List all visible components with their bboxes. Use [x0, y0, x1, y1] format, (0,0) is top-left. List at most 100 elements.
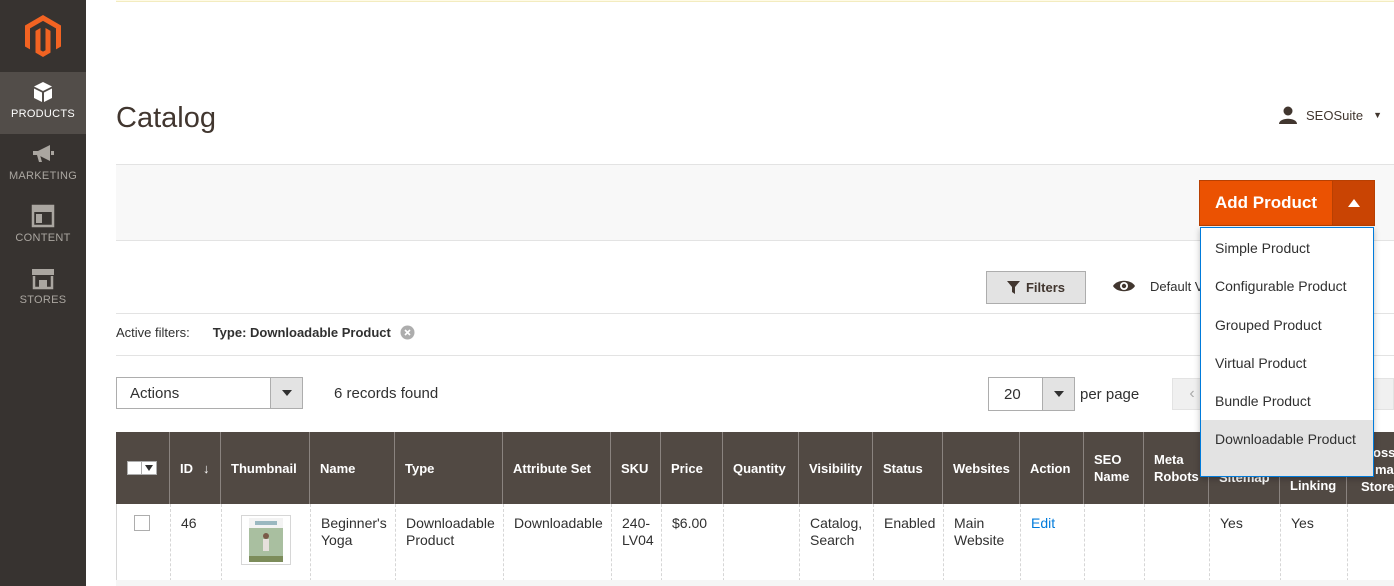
column-header-sku[interactable]: SKU	[610, 432, 660, 504]
view-switcher[interactable]: Default V	[1112, 278, 1203, 294]
column-label: Visibility	[809, 460, 863, 476]
caret-down-icon: ▼	[1373, 110, 1383, 120]
column-label: ma	[1375, 462, 1394, 477]
column-header-id[interactable]: ID ↓	[169, 432, 220, 504]
box-icon	[34, 82, 52, 102]
column-label: Thumbnail	[231, 460, 297, 476]
magento-logo[interactable]	[0, 0, 86, 72]
menu-item-grouped-product[interactable]: Grouped Product	[1201, 316, 1373, 335]
sidebar-item-label: MARKETING	[8, 170, 78, 182]
add-product-button[interactable]: Add Product	[1199, 180, 1333, 226]
remove-filter-icon[interactable]	[400, 325, 415, 340]
mass-actions-select[interactable]: Actions	[116, 377, 303, 409]
menu-item-configurable-product[interactable]: Configurable Product	[1201, 277, 1373, 296]
column-header-websites[interactable]: Websites	[942, 432, 1019, 504]
column-header-visibility[interactable]: Visibility	[798, 432, 872, 504]
actions-value: Actions	[130, 385, 180, 402]
cell-sitemap: Yes	[1209, 504, 1280, 586]
user-icon	[1279, 106, 1297, 124]
column-header-thumbnail[interactable]: Thumbnail	[220, 432, 309, 504]
sort-arrow-icon: ↓	[203, 460, 210, 476]
product-thumbnail[interactable]	[241, 515, 291, 565]
page-title: Catalog	[116, 102, 216, 134]
filters-button[interactable]: Filters	[986, 271, 1086, 304]
select-all-checkbox[interactable]	[127, 461, 157, 475]
caret-down-icon	[1042, 378, 1074, 410]
row-checkbox[interactable]	[134, 515, 150, 531]
cell-linking: Yes	[1280, 504, 1347, 586]
filters-label: Filters	[1025, 280, 1065, 295]
add-product-menu: Simple Product Configurable Product Grou…	[1200, 227, 1374, 477]
sidebar-item-marketing[interactable]: MARKETING	[0, 134, 86, 196]
cell-quantity	[723, 504, 799, 586]
column-label: SKU	[621, 460, 649, 476]
cell-visibility: Catalog, Search	[799, 504, 873, 586]
row-select-cell	[117, 504, 170, 586]
column-label: Meta Robots	[1154, 452, 1199, 484]
records-count: 6 records found	[334, 385, 439, 402]
column-label: Status	[883, 460, 923, 476]
cell-store	[1347, 504, 1394, 586]
cell-thumbnail	[221, 504, 310, 586]
user-menu[interactable]: SEOSuite ▼	[1278, 106, 1382, 124]
column-label: Name	[320, 460, 356, 476]
column-header-attribute-set[interactable]: Attribute Set	[502, 432, 610, 504]
cell-websites: Main Website	[943, 504, 1020, 586]
store-icon	[32, 269, 54, 290]
column-header-meta-robots[interactable]: Meta Robots	[1143, 432, 1208, 504]
menu-item-downloadable-product[interactable]: Downloadable Product	[1201, 420, 1373, 476]
per-page-select[interactable]: 20	[988, 377, 1075, 411]
select-all-column[interactable]	[116, 432, 169, 504]
sidebar-item-stores[interactable]: STORES	[0, 258, 86, 320]
cell-attribute-set: Downloadable	[503, 504, 611, 586]
column-label: SEO Name	[1094, 452, 1130, 484]
magento-logo-icon	[25, 15, 61, 57]
column-label: ID	[180, 460, 193, 476]
menu-item-simple-product[interactable]: Simple Product	[1201, 239, 1373, 258]
eye-icon	[1113, 280, 1135, 292]
grid-next-row-stripe	[116, 580, 1394, 586]
pager-next-button[interactable]	[1372, 378, 1394, 410]
yoga-cover-image	[249, 518, 283, 562]
column-header-status[interactable]: Status	[872, 432, 942, 504]
add-product-toggle[interactable]	[1332, 180, 1375, 226]
column-header-name[interactable]: Name	[309, 432, 394, 504]
cell-seo-name	[1084, 504, 1144, 586]
cell-sku: 240-LV04	[611, 504, 661, 586]
sidebar-item-content[interactable]: CONTENT	[0, 196, 86, 258]
cell-action: Edit	[1020, 504, 1084, 586]
caret-down-icon	[145, 465, 153, 471]
cell-status: Enabled	[873, 504, 943, 586]
column-header-quantity[interactable]: Quantity	[722, 432, 798, 504]
table-row[interactable]: 46 Beginner's Yoga Downloadable Product …	[116, 504, 1394, 586]
cell-meta-robots	[1144, 504, 1209, 586]
caret-up-icon	[1347, 199, 1360, 207]
sidebar-item-label: PRODUCTS	[10, 108, 76, 120]
column-label: Type	[405, 460, 435, 476]
column-label: Websites	[953, 460, 1010, 476]
column-header-type[interactable]: Type	[394, 432, 502, 504]
filter-icon	[1006, 281, 1020, 294]
column-label: Attribute Set	[513, 460, 591, 476]
column-header-price[interactable]: Price	[660, 432, 722, 504]
menu-item-bundle-product[interactable]: Bundle Product	[1201, 392, 1373, 411]
per-page-label: per page	[1080, 386, 1140, 403]
menu-item-virtual-product[interactable]: Virtual Product	[1201, 354, 1373, 373]
cell-name: Beginner's Yoga	[310, 504, 395, 586]
sidebar-item-products[interactable]: PRODUCTS	[0, 72, 86, 134]
view-label: Default V	[1150, 278, 1204, 294]
notification-strip	[116, 0, 1394, 2]
user-name: SEOSuite	[1306, 107, 1364, 123]
column-label: Price	[671, 460, 703, 476]
layout-icon	[31, 204, 55, 228]
active-filters: Active filters: Type: Downloadable Produ…	[116, 325, 415, 340]
per-page-value: 20	[1004, 386, 1021, 403]
caret-down-icon	[270, 378, 302, 408]
active-filters-label: Active filters:	[116, 325, 190, 340]
column-header-action[interactable]: Action	[1019, 432, 1083, 504]
edit-link[interactable]: Edit	[1031, 515, 1055, 531]
column-label: Quantity	[733, 460, 786, 476]
sidebar-item-label: CONTENT	[15, 232, 71, 244]
column-header-seo-name[interactable]: SEO Name	[1083, 432, 1143, 504]
cell-type: Downloadable Product	[395, 504, 503, 586]
